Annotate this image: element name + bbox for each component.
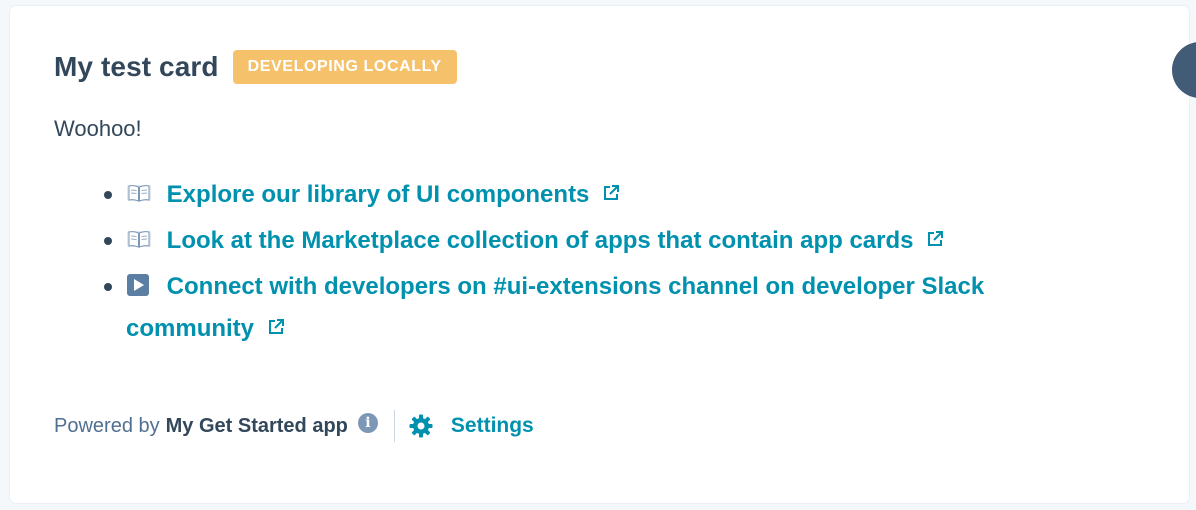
play-button-icon — [127, 273, 149, 296]
developing-locally-badge: DEVELOPING LOCALLY — [232, 50, 457, 84]
external-link-icon — [928, 230, 944, 246]
app-card: My test card DEVELOPING LOCALLY Woohoo! … — [10, 6, 1189, 503]
bullet — [104, 237, 112, 245]
settings-button[interactable]: Settings — [409, 414, 534, 438]
open-book-icon — [127, 184, 151, 202]
link-developer-slack[interactable]: Connect with developers on #ui-extension… — [126, 273, 984, 342]
open-book-icon — [127, 230, 151, 248]
resource-links-list: Explore our library of UI components Loo… — [104, 174, 1084, 354]
bullet — [104, 283, 112, 291]
bullet — [104, 191, 112, 199]
external-link-icon — [604, 184, 620, 200]
external-link-icon — [268, 318, 284, 334]
list-item: Look at the Marketplace collection of ap… — [104, 220, 1084, 262]
footer-divider — [393, 410, 395, 442]
card-body-text: Woohoo! — [54, 116, 142, 141]
gear-icon — [409, 414, 433, 438]
link-ui-components[interactable]: Explore our library of UI components — [167, 181, 590, 208]
powered-by-label: Powered by — [54, 414, 160, 437]
link-marketplace-collection[interactable]: Look at the Marketplace collection of ap… — [167, 227, 914, 254]
settings-label: Settings — [450, 414, 534, 437]
card-title: My test card — [54, 51, 219, 82]
card-header: My test card DEVELOPING LOCALLY — [54, 50, 457, 84]
app-name: My Get Started app — [165, 414, 348, 437]
list-item: Explore our library of UI components — [104, 174, 1084, 216]
list-item: Connect with developers on #ui-extension… — [104, 266, 1084, 350]
info-icon[interactable]: i — [357, 413, 378, 433]
card-footer: Powered by My Get Started app i Settings — [54, 410, 534, 442]
